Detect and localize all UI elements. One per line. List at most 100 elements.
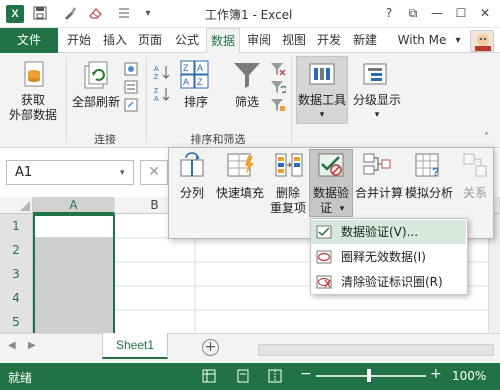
row-header-1[interactable]: 1 bbox=[0, 214, 33, 238]
svg-text:Z: Z bbox=[154, 88, 159, 95]
tab-new[interactable]: 新建 bbox=[350, 28, 380, 53]
row-header-4[interactable]: 4 bbox=[0, 286, 33, 310]
svg-text:A: A bbox=[183, 77, 189, 87]
data-tools-dropdown-icon: ▾ bbox=[319, 110, 325, 120]
menu-item-data-validation[interactable]: 数据验证(V)... bbox=[311, 220, 466, 244]
tab-view[interactable]: 视图 bbox=[279, 28, 309, 53]
sort-button[interactable]: 排序 bbox=[180, 95, 212, 110]
ribbon-separator bbox=[146, 58, 147, 142]
refresh-all-button[interactable]: 全部刷新 bbox=[68, 95, 124, 110]
tab-insert[interactable]: 插入 bbox=[100, 28, 130, 53]
tab-page-layout[interactable]: 页面 bbox=[135, 28, 165, 53]
page-break-view-icon[interactable] bbox=[268, 369, 282, 386]
sort-icon: ZAAZ bbox=[180, 60, 210, 93]
row-header-3[interactable]: 3 bbox=[0, 262, 33, 286]
ribbon-separator bbox=[66, 58, 67, 142]
svg-text:Z: Z bbox=[154, 74, 159, 80]
help-icon[interactable]: ? bbox=[380, 4, 398, 22]
relationships-icon bbox=[462, 152, 488, 181]
data-validation-line1: 数据验 bbox=[312, 186, 349, 200]
sheet-tab-sheet1[interactable]: Sheet1 bbox=[102, 333, 168, 359]
edit-links-icon[interactable] bbox=[124, 98, 138, 115]
remove-duplicates-line1[interactable]: 删除 bbox=[268, 186, 308, 201]
excel-logo-icon: X bbox=[6, 5, 24, 23]
what-if-analysis-button[interactable]: 模拟分析 bbox=[404, 186, 454, 201]
text-to-columns-icon bbox=[178, 152, 206, 181]
collapse-ribbon-icon[interactable]: ˄ bbox=[484, 132, 489, 143]
account-name[interactable]: With Me bbox=[392, 28, 452, 53]
row-header-5[interactable]: 5 bbox=[0, 310, 33, 333]
filter-button[interactable]: 筛选 bbox=[230, 95, 264, 110]
data-tools-label: 数据工具 bbox=[297, 93, 346, 107]
svg-text:?: ? bbox=[432, 165, 439, 178]
svg-text:A: A bbox=[197, 63, 203, 73]
sort-az-icon[interactable]: AZ bbox=[153, 64, 171, 83]
outline-icon bbox=[362, 62, 388, 89]
customize-qat-icon[interactable]: ▾ bbox=[140, 6, 156, 22]
cancel-formula-button[interactable]: ✕ bbox=[140, 160, 168, 185]
eraser-icon[interactable] bbox=[88, 6, 104, 22]
maximize-button[interactable]: ☐ bbox=[452, 4, 470, 22]
refresh-all-icon bbox=[82, 60, 112, 93]
zoom-out-button[interactable]: − bbox=[300, 366, 312, 382]
tab-file[interactable]: 文件 bbox=[0, 28, 58, 53]
tab-developer[interactable]: 开发 bbox=[314, 28, 344, 53]
horizontal-scrollbar[interactable] bbox=[258, 344, 494, 356]
account-dropdown-icon[interactable]: ▾ bbox=[452, 28, 464, 53]
consolidate-icon bbox=[362, 152, 392, 181]
name-box-dropdown-icon[interactable]: ▾ bbox=[120, 168, 125, 178]
ribbon-display-icon[interactable]: ⧉ bbox=[404, 4, 422, 22]
clear-filter-icon[interactable] bbox=[270, 62, 286, 79]
filter-icon bbox=[232, 60, 262, 93]
row-header-2[interactable]: 2 bbox=[0, 238, 33, 262]
text-to-columns-button[interactable]: 分列 bbox=[174, 186, 210, 201]
avatar[interactable] bbox=[470, 30, 494, 52]
name-box[interactable]: A1 bbox=[6, 160, 134, 185]
menu-item-clear-circles[interactable]: 清除验证标识圈(R) bbox=[311, 270, 466, 294]
brush-icon[interactable] bbox=[62, 6, 78, 22]
data-validation-small-icon bbox=[316, 225, 332, 242]
select-all-corner[interactable] bbox=[0, 197, 33, 214]
save-icon[interactable] bbox=[32, 6, 48, 22]
data-validation-icon bbox=[317, 152, 345, 181]
remove-duplicates-line2[interactable]: 重复项 bbox=[268, 201, 308, 216]
outline-button[interactable]: 分级显示 bbox=[350, 93, 404, 108]
tab-formulas[interactable]: 公式 bbox=[172, 28, 202, 53]
relationships-button[interactable]: 关系 bbox=[458, 186, 492, 201]
scroll-prev-sheet-icon[interactable]: ◀ bbox=[8, 340, 16, 351]
remove-duplicates-icon bbox=[274, 152, 304, 181]
reapply-icon[interactable] bbox=[270, 80, 288, 97]
zoom-level[interactable]: 100% bbox=[452, 369, 486, 383]
database-icon bbox=[20, 60, 48, 91]
connections-icon[interactable] bbox=[124, 62, 138, 79]
menu-item-circle-invalid[interactable]: 圈释无效数据(I) bbox=[311, 245, 466, 269]
zoom-slider[interactable] bbox=[316, 375, 426, 377]
page-layout-view-icon[interactable] bbox=[236, 369, 250, 386]
close-button[interactable]: ✕ bbox=[476, 4, 494, 22]
advanced-filter-icon[interactable] bbox=[270, 98, 286, 115]
zoom-in-button[interactable]: + bbox=[430, 366, 442, 382]
get-external-data-button[interactable]: 获取 外部数据 bbox=[2, 93, 64, 123]
column-header-a[interactable]: A bbox=[33, 197, 115, 214]
clear-circles-icon bbox=[316, 275, 332, 292]
tab-review[interactable]: 审阅 bbox=[244, 28, 274, 53]
consolidate-button[interactable]: 合并计算 bbox=[354, 186, 404, 201]
tab-home[interactable]: 开始 bbox=[64, 28, 94, 53]
what-if-analysis-icon: ? bbox=[414, 152, 444, 181]
properties-icon[interactable] bbox=[124, 80, 138, 97]
window-title: 工作簿1 - Excel bbox=[205, 8, 293, 22]
list-icon[interactable] bbox=[116, 6, 132, 22]
data-tools-icon bbox=[308, 62, 336, 89]
connections-group-label: 连接 bbox=[94, 133, 116, 146]
tab-data[interactable]: 数据 bbox=[206, 28, 240, 54]
scroll-next-sheet-icon[interactable]: ▶ bbox=[28, 340, 36, 351]
svg-text:A: A bbox=[154, 96, 159, 102]
minimize-button[interactable]: — bbox=[428, 4, 446, 22]
normal-view-icon[interactable] bbox=[202, 369, 216, 386]
data-validation-dropdown-icon: ▾ bbox=[339, 204, 345, 214]
status-ready: 就绪 bbox=[8, 371, 33, 385]
sort-za-icon[interactable]: ZA bbox=[153, 86, 171, 105]
zoom-slider-thumb[interactable] bbox=[367, 369, 371, 382]
flash-fill-button[interactable]: 快速填充 bbox=[214, 186, 266, 201]
add-sheet-button[interactable]: + bbox=[202, 339, 219, 356]
